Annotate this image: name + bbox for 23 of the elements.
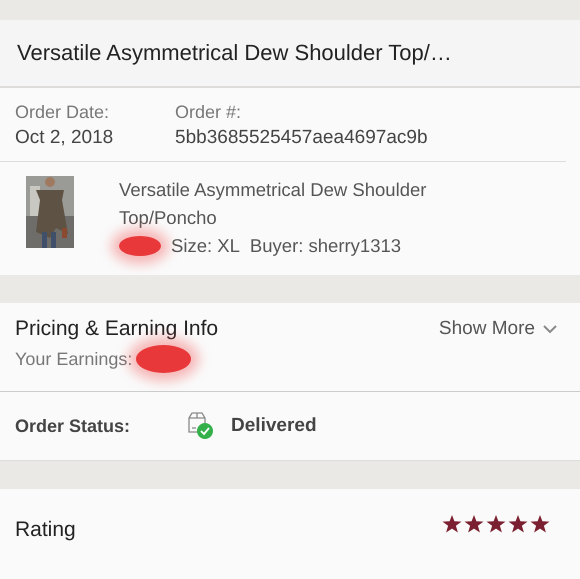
star-icon <box>508 515 528 533</box>
item-title: Versatile Asymmetrical Dew Shoulder Top/Poncho <box>119 178 428 230</box>
order-number: 5bb3685525457aea4697ac9b <box>175 127 428 149</box>
show-more-button[interactable]: Show More <box>438 318 565 340</box>
earnings-label: Your Earnings: <box>15 348 132 370</box>
buyer-name: Buyer: sherry1313 <box>250 234 402 258</box>
item-size: Size: XL <box>171 234 240 258</box>
star-icon <box>464 515 484 533</box>
star-icon <box>486 515 506 533</box>
order-date: Oct 2, 2018 <box>15 127 114 149</box>
order-status-label: Order Status: <box>15 416 132 436</box>
page-title: Versatile Asymmetrical Dew Shoulder Top/… <box>17 40 452 66</box>
star-icon <box>442 515 462 533</box>
order-number-label: Order #: <box>175 102 242 123</box>
order-status: Delivered <box>231 415 317 437</box>
delivered-package-icon <box>187 412 213 440</box>
rating-label: Rating <box>15 518 76 542</box>
order-date-label: Order Date: <box>15 102 110 123</box>
redaction-scribble <box>136 345 192 373</box>
section-title: Pricing & Earning Info <box>15 317 218 341</box>
redaction-scribble <box>119 236 161 256</box>
chevron-down-icon <box>543 324 557 334</box>
star-icon <box>530 515 550 533</box>
